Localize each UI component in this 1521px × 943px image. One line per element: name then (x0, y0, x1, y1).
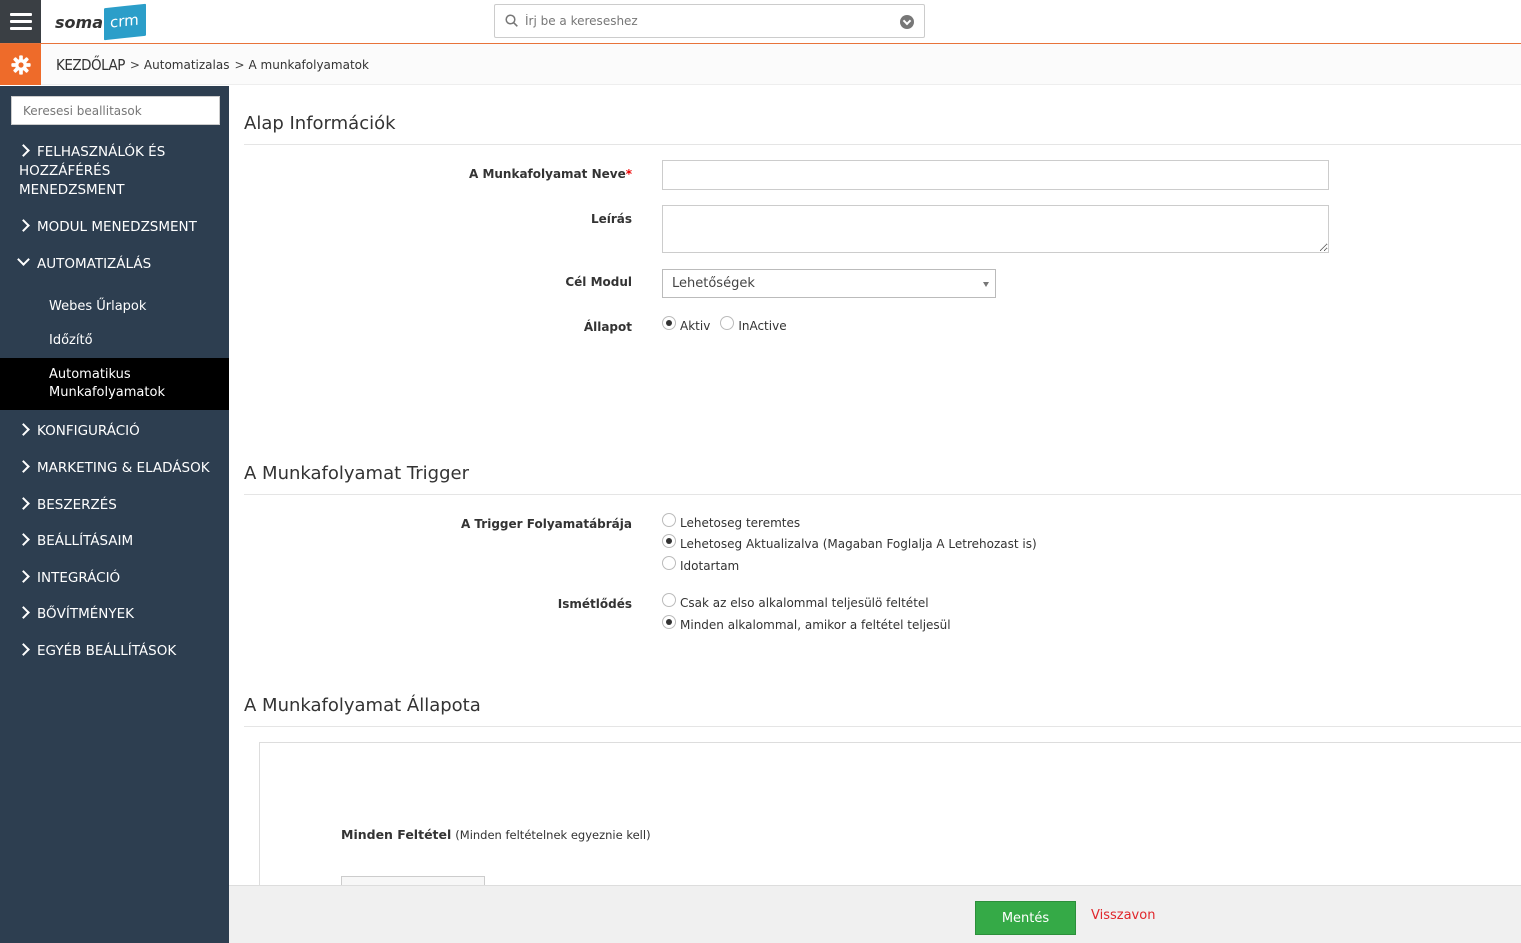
sidebar-subitem-scheduler[interactable]: Időzítő (0, 332, 229, 350)
sidebar-subitem-web-forms[interactable]: Webes Űrlapok (0, 298, 229, 316)
radio-icon[interactable] (662, 615, 676, 629)
chevron-right-icon (17, 533, 30, 546)
target-module-value: Lehetőségek (672, 276, 755, 291)
section-title-workflow-status: A Munkafolyamat Állapota (244, 695, 481, 716)
sidebar-subitem-workflows[interactable]: Automatikus Munkafolyamatok (0, 358, 229, 410)
repeat-label: Ismétlődés (557, 597, 632, 611)
hamburger-menu-icon[interactable] (0, 0, 41, 43)
global-search-input[interactable] (525, 11, 885, 31)
radio-icon[interactable] (662, 593, 676, 607)
status-active-label: Aktiv (680, 319, 711, 333)
workflow-name-input[interactable] (662, 160, 1329, 190)
chevron-down-icon (17, 253, 30, 266)
chevron-right-icon (17, 460, 30, 473)
chevron-right-icon (17, 423, 30, 436)
chevron-right-icon (17, 570, 30, 583)
radio-icon[interactable] (662, 513, 676, 527)
chevron-right-icon (17, 497, 30, 510)
repeat-option-first[interactable]: Csak az elso alkalommal teljesülö feltét… (662, 593, 929, 610)
breadcrumb-home[interactable]: KEZDŐLAP (56, 56, 125, 74)
section-divider (244, 494, 1521, 495)
logo[interactable]: soma crm (55, 3, 146, 41)
search-icon (505, 14, 518, 27)
all-conditions-heading: Minden Feltétel (Minden feltételnek egye… (341, 827, 651, 842)
breadcrumb-automation[interactable]: Automatizalas (144, 58, 230, 72)
status-label: Állapot (583, 320, 632, 334)
breadcrumb-separator: > (234, 57, 245, 72)
trigger-option-duration[interactable]: Idotartam (662, 556, 739, 573)
radio-icon[interactable] (662, 534, 676, 548)
status-inactive-label: InActive (738, 319, 787, 333)
workflow-name-label: A Munkafolyamat Neve* (468, 167, 632, 181)
section-title-trigger: A Munkafolyamat Trigger (244, 463, 469, 484)
sidebar-item-automation[interactable]: AUTOMATIZÁLÁS (0, 253, 229, 274)
sidebar-item-integration[interactable]: INTEGRÁCIÓ (0, 569, 229, 588)
sidebar-item-my-settings[interactable]: BEÁLLÍTÁSAIM (0, 532, 229, 551)
section-divider (244, 726, 1521, 727)
save-button[interactable]: Mentés (975, 901, 1076, 935)
breadcrumb: KEZDŐLAP > Automatizalas > A munkafolyam… (56, 44, 369, 85)
status-active-radio[interactable] (662, 316, 676, 330)
logo-text-soma: soma (55, 12, 103, 32)
trigger-flow-label: A Trigger Folyamatábrája (460, 517, 632, 531)
settings-search-input[interactable] (12, 97, 219, 124)
trigger-option-create[interactable]: Lehetoseg teremtes (662, 513, 800, 530)
top-header: soma crm (0, 0, 1521, 44)
breadcrumb-bar: KEZDŐLAP > Automatizalas > A munkafolyam… (0, 44, 1521, 85)
radio-icon[interactable] (662, 556, 676, 570)
target-module-select[interactable]: Lehetőségek (662, 269, 996, 298)
section-divider (244, 144, 1521, 145)
target-module-label: Cél Modul (565, 275, 632, 289)
cancel-link[interactable]: Visszavon (1091, 908, 1155, 923)
sidebar: FELHASZNÁLÓK ÉS HOZZÁFÉRÉS MENEDZSMENT M… (0, 86, 229, 943)
sidebar-item-other-settings[interactable]: EGYÉB BEÁLLÍTÁSOK (0, 642, 229, 661)
description-label: Leírás (590, 212, 632, 226)
chevron-right-icon (17, 606, 30, 619)
chevron-right-icon (17, 643, 30, 656)
form-footer: Mentés Visszavon (229, 885, 1521, 943)
sidebar-item-purchasing[interactable]: BESZERZÉS (0, 496, 229, 515)
section-title-basic-info: Alap Információk (244, 113, 396, 134)
description-textarea[interactable] (662, 205, 1329, 253)
status-inactive-radio[interactable] (720, 316, 735, 330)
chevron-right-icon (17, 144, 30, 157)
add-condition-button[interactable] (341, 876, 485, 885)
global-search (494, 4, 925, 38)
logo-text-crm: crm (103, 3, 146, 41)
sidebar-item-marketing-sales[interactable]: MARKETING & ELADÁSOK (0, 459, 229, 478)
main-content: Alap Információk A Munkafolyamat Neve* L… (229, 86, 1521, 885)
status-radio-group: Aktiv InActive (662, 316, 787, 333)
conditions-panel: Minden Feltétel (Minden feltételnek egye… (259, 742, 1521, 885)
gear-icon (10, 54, 31, 75)
sidebar-item-extensions[interactable]: BŐVÍTMÉNYEK (0, 605, 229, 624)
trigger-option-update[interactable]: Lehetoseg Aktualizalva (Magaban Foglalja… (662, 534, 1037, 551)
chevron-right-icon (17, 219, 30, 232)
sidebar-item-module-management[interactable]: MODUL MENEDZSMENT (0, 218, 229, 237)
sidebar-item-users-access[interactable]: FELHASZNÁLÓK ÉS HOZZÁFÉRÉS MENEDZSMENT (0, 143, 200, 200)
settings-gear-button[interactable] (0, 44, 41, 85)
breadcrumb-workflows: A munkafolyamatok (248, 57, 369, 72)
settings-search (11, 96, 220, 125)
sidebar-item-configuration[interactable]: KONFIGURÁCIÓ (0, 422, 229, 441)
breadcrumb-separator: > (129, 57, 140, 72)
search-dropdown-icon[interactable] (900, 15, 914, 29)
repeat-option-every[interactable]: Minden alkalommal, amikor a feltétel tel… (662, 615, 951, 632)
dropdown-caret-icon (983, 282, 989, 287)
